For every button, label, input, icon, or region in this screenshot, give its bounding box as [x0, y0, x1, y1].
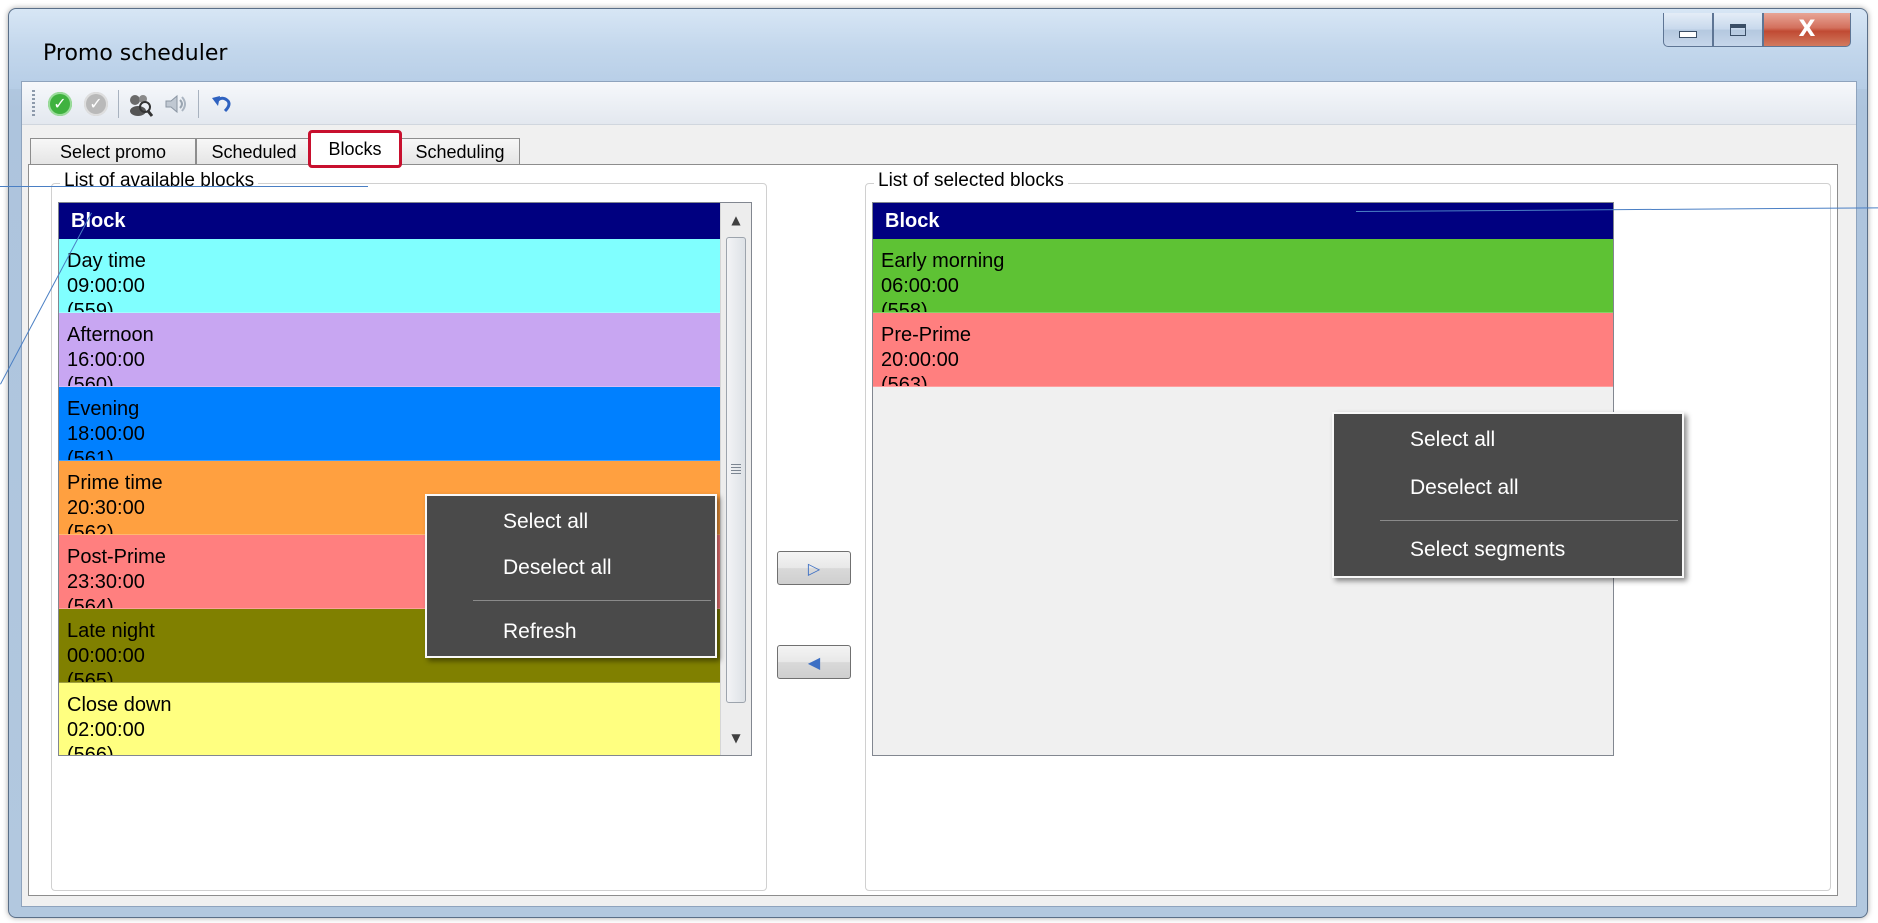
block-name: Evening [67, 398, 140, 420]
minimize-icon [1679, 31, 1697, 38]
close-icon: X [1798, 17, 1816, 42]
block-row[interactable]: Close down 02:00:00 (566) [59, 683, 751, 756]
available-blocks-list[interactable]: Block Day time 09:00:00 (559) Afternoon 16:0… [58, 202, 752, 756]
menu-deselect-all[interactable]: Deselect all [503, 556, 715, 580]
tab-select-promo[interactable]: Select promo [30, 138, 196, 166]
block-id: (563) [881, 374, 928, 387]
block-name: Pre-Prime [881, 324, 972, 346]
menu-separator [1380, 520, 1678, 521]
block-id: (560) [67, 374, 114, 387]
block-id: (561) [67, 448, 114, 461]
block-name: Afternoon [67, 324, 154, 346]
title-bar[interactable]: Promo scheduler X [9, 9, 1867, 89]
block-time: 06:00:00 [881, 275, 959, 297]
minimize-button[interactable] [1663, 13, 1713, 47]
menu-select-all[interactable]: Select all [503, 510, 715, 534]
right-arrow-icon: ▷ [807, 558, 821, 578]
maximize-icon [1730, 23, 1746, 36]
block-row[interactable]: Afternoon 16:00:00 (560) [59, 313, 751, 387]
selected-items: Early morning 06:00:00 (558) Pre-Prime 20:00… [873, 239, 1613, 387]
close-button[interactable]: X [1763, 13, 1851, 47]
speaker-icon [165, 94, 186, 114]
scroll-down-icon[interactable]: ▼ [721, 723, 751, 753]
add-block-button[interactable]: ▷ [777, 551, 851, 585]
available-list-header[interactable]: Block [59, 203, 751, 239]
audio-button[interactable] [162, 90, 190, 118]
tab-scheduling[interactable]: Scheduling [400, 138, 520, 166]
block-name: Close down [67, 694, 172, 716]
block-name: Early morning [881, 250, 1005, 272]
search-users-icon [130, 95, 153, 117]
available-context-menu: Select all Deselect all Refresh [425, 494, 717, 658]
block-row[interactable]: Early morning 06:00:00 (558) [873, 239, 1613, 313]
maximize-button[interactable] [1713, 13, 1763, 47]
window-title: Promo scheduler [43, 41, 228, 66]
find-users-button[interactable] [126, 90, 154, 118]
block-name: Day time [67, 250, 146, 272]
block-time: 20:00:00 [881, 349, 959, 371]
available-blocks-title: List of available blocks [60, 170, 259, 192]
scroll-grip-icon [731, 464, 741, 474]
menu-select-all[interactable]: Select all [1410, 428, 1682, 452]
window-controls: X [1663, 13, 1851, 49]
block-row[interactable]: Pre-Prime 20:00:00 (563) [873, 313, 1613, 387]
selected-list-header[interactable]: Block [873, 203, 1613, 239]
block-time: 18:00:00 [67, 423, 145, 445]
toolbar: ✓ ✓ [22, 82, 1856, 125]
block-time: 16:00:00 [67, 349, 145, 371]
tab-scheduled[interactable]: Scheduled [196, 138, 312, 166]
block-id: (558) [881, 300, 928, 313]
accept-button[interactable]: ✓ [46, 90, 74, 118]
remove-block-button[interactable]: ◀ [777, 645, 851, 679]
scroll-thumb[interactable] [726, 237, 746, 703]
toolbar-separator [198, 90, 199, 118]
block-id: (566) [67, 744, 114, 756]
confirm-disabled-button[interactable]: ✓ [82, 90, 110, 118]
menu-refresh[interactable]: Refresh [503, 620, 715, 644]
toolbar-separator [118, 90, 119, 118]
block-id: (559) [67, 300, 114, 313]
callout-line [0, 186, 368, 187]
selected-context-menu: Select all Deselect all Select segments [1332, 412, 1684, 578]
block-id: (565) [67, 670, 114, 683]
scroll-up-icon[interactable]: ▲ [721, 205, 751, 235]
available-scrollbar[interactable]: ▲ ▼ [720, 203, 751, 755]
gray-check-icon: ✓ [84, 92, 108, 116]
menu-deselect-all[interactable]: Deselect all [1410, 476, 1682, 500]
undo-icon [212, 96, 231, 113]
block-name: Prime time [67, 472, 163, 494]
block-time: 09:00:00 [67, 275, 145, 297]
menu-separator [473, 600, 711, 601]
tab-blocks[interactable]: Blocks [308, 130, 402, 168]
menu-select-segments[interactable]: Select segments [1410, 538, 1682, 562]
green-check-icon: ✓ [48, 92, 72, 116]
block-time: 02:00:00 [67, 719, 145, 741]
undo-button[interactable] [208, 90, 236, 118]
block-row[interactable]: Evening 18:00:00 (561) [59, 387, 751, 461]
block-row[interactable]: Day time 09:00:00 (559) [59, 239, 751, 313]
toolbar-grip[interactable] [32, 90, 35, 116]
selected-blocks-title: List of selected blocks [874, 170, 1068, 192]
left-arrow-icon: ◀ [807, 652, 821, 672]
